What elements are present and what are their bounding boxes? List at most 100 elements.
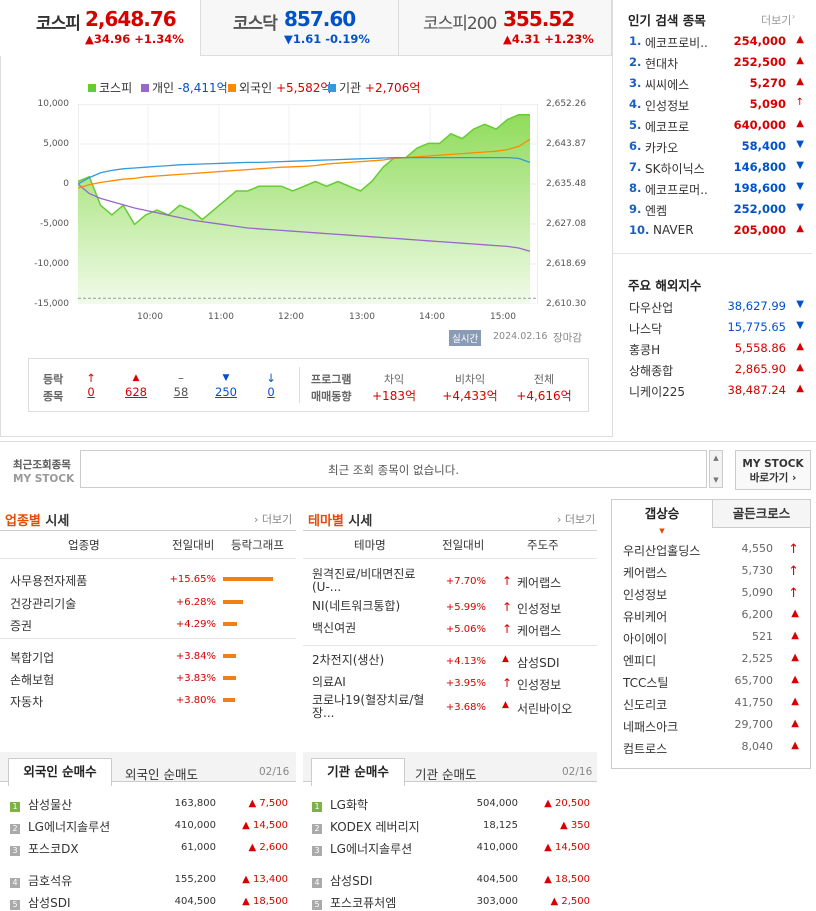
tab-inst-buy[interactable]: 기관 순매수 <box>311 758 405 786</box>
stock-name[interactable]: 에코프로비.. <box>645 34 723 51</box>
stock-name[interactable]: 현대차 <box>645 55 723 72</box>
tab-foreign-sell[interactable]: 외국인 순매도 <box>125 764 198 783</box>
industry-name[interactable]: 손해보험 <box>10 671 54 688</box>
popular-item[interactable]: 6. 카카오 58,400 ▼ <box>629 139 804 159</box>
industry-more-link[interactable]: › 더보기 <box>254 511 292 527</box>
fall-count[interactable]: ▼ 250 <box>206 371 246 399</box>
stock-name[interactable]: 카카오 <box>645 139 723 156</box>
stock-name[interactable]: 포스코DX <box>28 842 79 856</box>
popular-more-link[interactable]: 더보기 <box>761 12 791 28</box>
stock-name[interactable]: 포스코퓨처엠 <box>330 896 396 910</box>
stock-name[interactable]: 삼성물산 <box>28 798 72 812</box>
lead-stock[interactable]: 케어랩스 <box>517 622 561 639</box>
chevron-right-icon[interactable]: › <box>792 12 795 21</box>
popular-item[interactable]: 10. NAVER 205,000 ▲ <box>629 223 804 243</box>
stock-name[interactable]: 삼성SDI <box>28 896 70 910</box>
tab-gap-up[interactable]: 갭상승 ▼ <box>612 500 712 535</box>
popular-item[interactable]: 3. 씨씨에스 5,270 ▲ <box>629 76 804 96</box>
industry-name[interactable]: 증권 <box>10 617 32 634</box>
stock-name[interactable]: 에코프로머.. <box>645 181 723 198</box>
lead-stock[interactable]: 서린바이오 <box>517 700 572 717</box>
popular-item[interactable]: 4. 인성정보 5,090 ↑ <box>629 97 804 117</box>
stock-name[interactable]: 유비케어 <box>623 610 667 624</box>
theme-name[interactable]: NI(네트워크통합) <box>312 600 422 613</box>
industry-name[interactable]: 건강관리기술 <box>10 595 76 612</box>
industry-name[interactable]: 사무용전자제품 <box>10 572 87 589</box>
tab-kospi200[interactable]: 코스피200 355.52 ▲4.31 +1.23% <box>399 0 612 56</box>
popular-item[interactable]: 2. 현대차 252,500 ▲ <box>629 55 804 75</box>
stat-value[interactable]: 0 <box>71 385 111 399</box>
stock-name[interactable]: SK하이닉스 <box>645 160 723 177</box>
tab-kosdaq[interactable]: 코스닥 857.60 ▼1.61 -0.19% <box>201 0 399 56</box>
lead-stock[interactable]: 케어랩스 <box>517 574 561 591</box>
stat-value[interactable]: 250 <box>206 385 246 399</box>
stock-name[interactable]: 네패스아크 <box>623 720 678 734</box>
theme-name[interactable]: 의료AI <box>312 676 422 689</box>
stock-name[interactable]: 우리산업홀딩스 <box>623 544 700 558</box>
gap-item[interactable]: 유비케어 6,200 ▲ <box>623 608 803 625</box>
index-name[interactable]: 니케이225 <box>629 383 685 400</box>
rise-limit[interactable]: ↑ 0 <box>71 371 111 399</box>
popular-item[interactable]: 9. 엔켐 252,000 ▼ <box>629 202 804 222</box>
theme-name[interactable]: 2차전지(생산) <box>312 654 422 667</box>
gap-item[interactable]: TCC스틸 65,700 ▲ <box>623 674 803 691</box>
stock-name[interactable]: LG화학 <box>330 798 368 812</box>
stock-name[interactable]: 아이에이 <box>623 632 667 646</box>
theme-name[interactable]: 코로나19(혈장치료/혈장... <box>312 694 430 720</box>
stock-name[interactable]: 금호석유 <box>28 874 72 888</box>
stock-name[interactable]: 인성정보 <box>623 588 667 602</box>
stock-name[interactable]: 엔켐 <box>645 202 723 219</box>
stock-name[interactable]: 에코프로 <box>645 118 723 135</box>
stock-name[interactable]: 삼성SDI <box>330 874 372 888</box>
industry-name[interactable]: 자동차 <box>10 693 43 710</box>
gap-item[interactable]: 신도리코 41,750 ▲ <box>623 696 803 713</box>
stock-name[interactable]: 인성정보 <box>645 97 723 114</box>
stat-value[interactable]: 58 <box>161 385 201 399</box>
stock-name[interactable]: 컴트로스 <box>623 742 667 756</box>
gap-item[interactable]: 우리산업홀딩스 4,550 ↑ <box>623 542 803 559</box>
popular-item[interactable]: 1. 에코프로비.. 254,000 ▲ <box>629 34 804 54</box>
fall-limit[interactable]: ↓ 0 <box>251 371 291 399</box>
tab-inst-sell[interactable]: 기관 순매도 <box>415 764 476 783</box>
popular-item[interactable]: 7. SK하이닉스 146,800 ▼ <box>629 160 804 180</box>
gap-item[interactable]: 케어랩스 5,730 ↑ <box>623 564 803 581</box>
recent-scrollbar[interactable]: ▲ ▼ <box>709 450 723 488</box>
lead-stock[interactable]: 삼성SDI <box>517 654 559 671</box>
gap-item[interactable]: 인성정보 5,090 ↑ <box>623 586 803 603</box>
popular-item[interactable]: 5. 에코프로 640,000 ▲ <box>629 118 804 138</box>
flat-count[interactable]: –58 <box>161 371 201 399</box>
stock-name[interactable]: KODEX 레버리지 <box>330 820 420 834</box>
stock-name[interactable]: TCC스틸 <box>623 676 668 690</box>
stock-name[interactable]: 엔피디 <box>623 654 656 668</box>
popular-item[interactable]: 8. 에코프로머.. 198,600 ▼ <box>629 181 804 201</box>
index-name[interactable]: 상해종합 <box>629 362 673 379</box>
industry-name[interactable]: 복합기업 <box>10 649 54 666</box>
index-name[interactable]: 홍콩H <box>629 341 660 358</box>
gap-item[interactable]: 네패스아크 29,700 ▲ <box>623 718 803 735</box>
stock-name[interactable]: 케어랩스 <box>623 566 667 580</box>
stat-value[interactable]: 0 <box>251 385 291 399</box>
mystock-button[interactable]: MY STOCK 바로가기 › <box>735 450 811 490</box>
gap-item[interactable]: 아이에이 521 ▲ <box>623 630 803 647</box>
stock-name[interactable]: LG에너지솔루션 <box>330 842 412 856</box>
tab-kospi[interactable]: 코스피 2,648.76 ▲34.96 +1.34% <box>0 0 201 56</box>
index-name[interactable]: 다우산업 <box>629 299 673 316</box>
stock-name[interactable]: NAVER <box>653 223 731 237</box>
lead-stock[interactable]: 인성정보 <box>517 676 561 693</box>
scroll-down-icon[interactable]: ▼ <box>710 465 722 495</box>
index-name[interactable]: 나스닥 <box>629 320 662 337</box>
lead-stock[interactable]: 인성정보 <box>517 600 561 617</box>
rise-count[interactable]: ▲ 628 <box>116 371 156 399</box>
scroll-up-icon[interactable]: ▲ <box>710 451 722 465</box>
theme-name[interactable]: 원격진료/비대면진료(U-... <box>312 568 430 594</box>
theme-more-link[interactable]: › 더보기 <box>557 511 595 527</box>
stat-value[interactable]: 628 <box>116 385 156 399</box>
stock-name[interactable]: 신도리코 <box>623 698 667 712</box>
tab-foreign-buy[interactable]: 외국인 순매수 <box>8 758 112 786</box>
stock-name[interactable]: LG에너지솔루션 <box>28 820 110 834</box>
gap-item[interactable]: 엔피디 2,525 ▲ <box>623 652 803 669</box>
gap-item[interactable]: 컴트로스 8,040 ▲ <box>623 740 803 757</box>
tab-golden-cross[interactable]: 골든크로스 <box>712 500 810 528</box>
stock-name[interactable]: 씨씨에스 <box>645 76 723 93</box>
theme-name[interactable]: 백신여권 <box>312 622 422 635</box>
